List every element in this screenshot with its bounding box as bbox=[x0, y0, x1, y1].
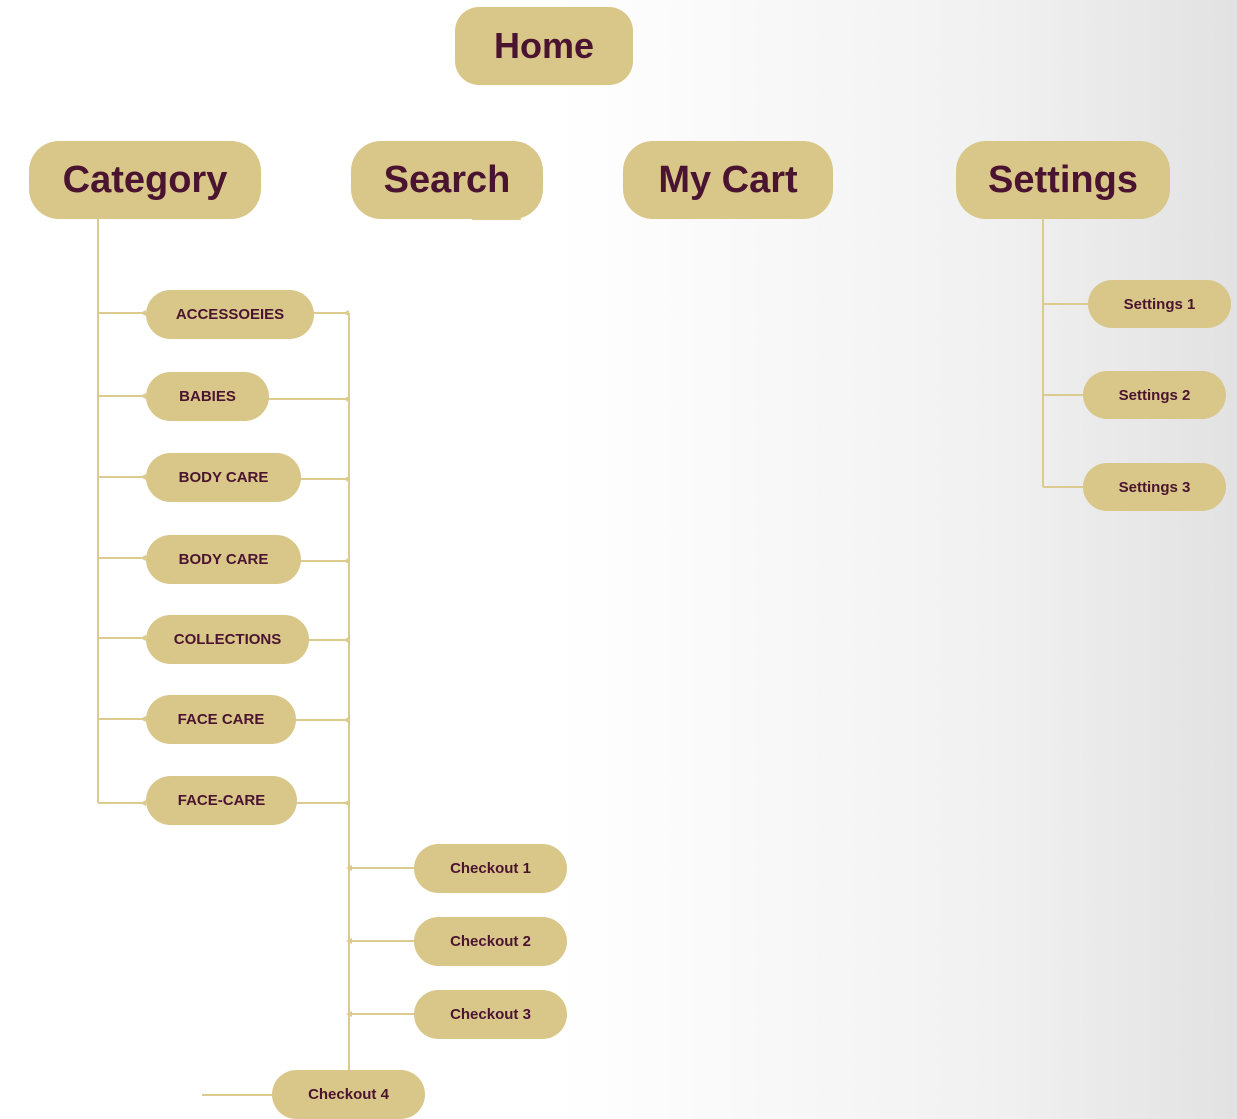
category-item-babies[interactable]: BABIES bbox=[146, 372, 269, 421]
settings-node[interactable]: Settings bbox=[956, 141, 1170, 219]
settings-1-node[interactable]: Settings 1 bbox=[1088, 280, 1231, 328]
category-item-face-care[interactable]: FACE CARE bbox=[146, 695, 296, 744]
category-item-body-care-2[interactable]: BODY CARE bbox=[146, 535, 301, 584]
category-item-body-care[interactable]: BODY CARE bbox=[146, 453, 301, 502]
settings-2-node[interactable]: Settings 2 bbox=[1083, 371, 1226, 419]
checkout-3-node[interactable]: Checkout 3 bbox=[414, 990, 567, 1039]
category-node[interactable]: Category bbox=[29, 141, 261, 219]
checkout-2-node[interactable]: Checkout 2 bbox=[414, 917, 567, 966]
my-cart-node[interactable]: My Cart bbox=[623, 141, 833, 219]
category-item-face-care-2[interactable]: FACE-CARE bbox=[146, 776, 297, 825]
settings-3-node[interactable]: Settings 3 bbox=[1083, 463, 1226, 511]
category-item-accessories[interactable]: ACCESSOEIES bbox=[146, 290, 314, 339]
category-item-collections[interactable]: COLLECTIONS bbox=[146, 615, 309, 664]
search-node[interactable]: Search bbox=[351, 141, 543, 219]
home-node[interactable]: Home bbox=[455, 7, 633, 85]
checkout-4-node[interactable]: Checkout 4 bbox=[272, 1070, 425, 1119]
checkout-1-node[interactable]: Checkout 1 bbox=[414, 844, 567, 893]
